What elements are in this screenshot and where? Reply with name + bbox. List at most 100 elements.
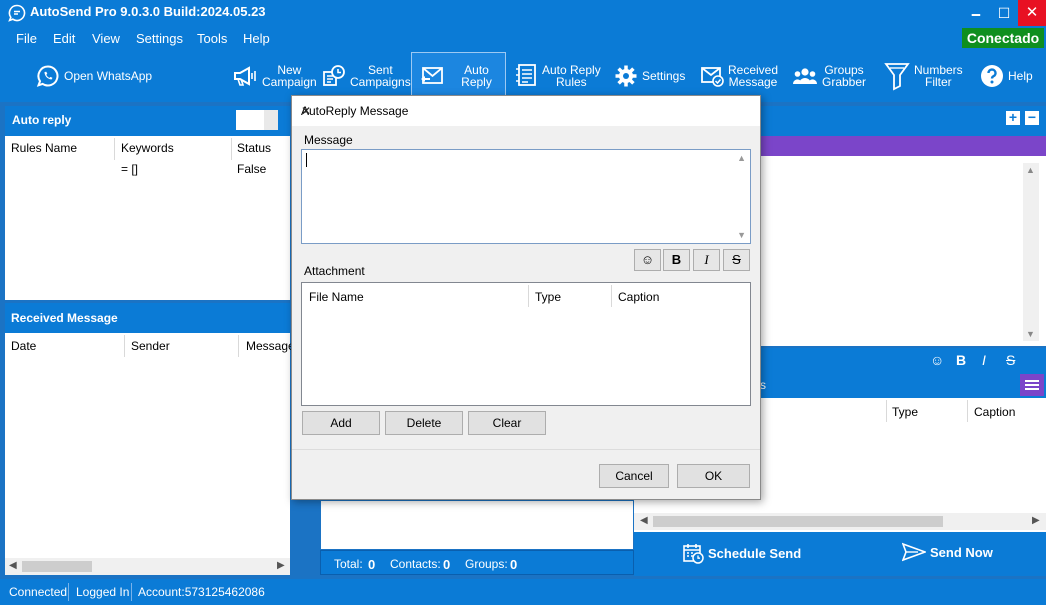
attachments-horizontal-scrollbar[interactable]: ◀ ▶	[634, 513, 1046, 530]
received-horizontal-scrollbar[interactable]: ◀ ▶	[5, 558, 290, 575]
received-message-button[interactable]: Received Message	[700, 52, 778, 100]
column-header-caption[interactable]: Caption	[618, 290, 659, 304]
dialog-footer-divider	[292, 449, 760, 450]
status-connected: Connected	[9, 585, 68, 599]
total-count: 0	[368, 557, 376, 572]
send-now-label: Send Now	[930, 544, 993, 560]
groups-grabber-button[interactable]: Groups Grabber	[792, 52, 866, 100]
column-header-date[interactable]: Date	[11, 339, 36, 353]
connection-status-badge: Conectado	[962, 28, 1044, 48]
sent-campaigns-button[interactable]: Sent Campaigns	[322, 52, 411, 100]
scroll-right-arrow-icon[interactable]: ▶	[1032, 515, 1040, 526]
auto-reply-toggle[interactable]	[236, 110, 278, 130]
minimize-button[interactable]: 🗕	[962, 0, 990, 26]
totals-bar: Total: 0 Contacts: 0 Groups: 0	[320, 550, 634, 575]
numbers-filter-label-2: Filter	[925, 75, 952, 89]
bold-button[interactable]: B	[663, 249, 690, 271]
campaign-attachment-header: s	[760, 372, 1046, 398]
auto-reply-rules-table: Rules Name Keywords Status = [] False	[5, 136, 290, 300]
emoji-button[interactable]: ☺	[634, 249, 661, 271]
strikethrough-icon[interactable]: S	[1006, 352, 1015, 368]
clear-attachments-button[interactable]: Clear	[468, 411, 546, 435]
emoji-icon[interactable]: ☺	[930, 352, 944, 368]
groups-count: 0	[510, 557, 518, 572]
schedule-send-button[interactable]: Schedule Send	[682, 542, 801, 564]
help-button[interactable]: Help	[980, 52, 1033, 100]
megaphone-icon	[234, 66, 256, 86]
message-textarea[interactable]: ▲ ▼	[301, 149, 751, 244]
auto-reply-panel-header: Auto reply	[5, 106, 290, 136]
filter-funnel-icon	[884, 63, 910, 91]
campaign-purple-bar	[760, 136, 1046, 156]
bold-icon[interactable]: B	[956, 352, 966, 368]
dialog-title-bar: AutoReply Message ✕	[292, 96, 760, 126]
menu-edit[interactable]: Edit	[53, 31, 75, 46]
campaign-panel-header	[760, 106, 1046, 136]
menu-tools[interactable]: Tools	[197, 31, 227, 46]
attachment-label: Attachment	[304, 264, 365, 278]
auto-reply-rules-button[interactable]: Auto Reply Rules	[514, 52, 601, 100]
autoreply-message-dialog: AutoReply Message ✕ Message ▲ ▼ ☺ B I S …	[291, 95, 761, 500]
add-icon[interactable]: +	[1006, 110, 1020, 125]
paper-plane-icon	[902, 542, 926, 562]
row-keywords: = []	[121, 162, 139, 176]
scroll-down-arrow-icon[interactable]: ▼	[737, 230, 746, 240]
column-header-type[interactable]: Type	[892, 405, 918, 419]
column-header-caption[interactable]: Caption	[974, 405, 1015, 419]
settings-button[interactable]: Settings	[614, 52, 685, 100]
groups-label: Groups:	[465, 557, 508, 571]
column-header-rules-name[interactable]: Rules Name	[11, 141, 77, 155]
schedule-send-label: Schedule Send	[708, 545, 802, 561]
scroll-up-arrow-icon[interactable]: ▲	[737, 153, 746, 163]
add-attachment-button[interactable]: Add	[302, 411, 380, 435]
column-header-keywords[interactable]: Keywords	[121, 141, 174, 155]
remove-icon[interactable]: −	[1025, 110, 1039, 125]
menu-file[interactable]: File	[16, 31, 37, 46]
italic-icon[interactable]: I	[982, 352, 986, 368]
dialog-close-icon[interactable]: ✕	[301, 104, 752, 118]
campaign-message-area[interactable]	[760, 156, 1046, 346]
close-button[interactable]: ✕	[1018, 0, 1046, 26]
contacts-label: Contacts:	[390, 557, 441, 571]
status-account: Account:573125462086	[138, 585, 265, 599]
scroll-right-arrow-icon[interactable]: ▶	[277, 560, 285, 571]
message-vertical-scrollbar[interactable]: ▲ ▼	[1023, 163, 1039, 341]
column-header-type[interactable]: Type	[535, 290, 561, 304]
cancel-button[interactable]: Cancel	[599, 464, 669, 488]
scroll-left-arrow-icon[interactable]: ◀	[640, 515, 648, 526]
whatsapp-logo-icon	[8, 4, 26, 22]
auto-reply-button[interactable]: Auto Reply	[411, 52, 506, 100]
menu-settings[interactable]: Settings	[136, 31, 183, 46]
scroll-thumb[interactable]	[653, 516, 943, 527]
column-header-message[interactable]: Message	[246, 339, 295, 353]
column-header-file-name[interactable]: File Name	[309, 290, 364, 304]
settings-label: Settings	[642, 69, 686, 83]
hamburger-menu-icon[interactable]	[1020, 374, 1044, 396]
send-now-button[interactable]: Send Now	[902, 542, 993, 562]
message-label: Message	[304, 133, 353, 147]
menu-view[interactable]: View	[92, 31, 120, 46]
scroll-left-arrow-icon[interactable]: ◀	[9, 560, 17, 571]
strikethrough-button[interactable]: S	[723, 249, 750, 271]
help-circle-icon	[981, 65, 1003, 87]
groups-icon	[792, 68, 818, 84]
numbers-filter-button[interactable]: Numbers Filter	[884, 52, 963, 100]
delete-attachment-button[interactable]: Delete	[385, 411, 463, 435]
column-header-sender[interactable]: Sender	[131, 339, 170, 353]
received-message-panel-header: Received Message	[5, 303, 290, 333]
menu-help[interactable]: Help	[243, 31, 270, 46]
open-whatsapp-button[interactable]: Open WhatsApp	[36, 52, 152, 100]
whatsapp-icon	[36, 65, 59, 87]
column-header-status[interactable]: Status	[237, 141, 271, 155]
groups-grabber-label-2: Grabber	[822, 75, 867, 89]
scroll-down-arrow-icon[interactable]: ▼	[1026, 329, 1035, 339]
scroll-thumb[interactable]	[22, 561, 92, 572]
italic-button[interactable]: I	[693, 249, 720, 271]
new-campaign-button[interactable]: New Campaign	[232, 52, 317, 100]
title-bar: AutoSend Pro 9.0.3.0 Build:2024.05.23 🗕 …	[0, 0, 1046, 26]
maximize-button[interactable]: ☐	[990, 0, 1018, 26]
scroll-up-arrow-icon[interactable]: ▲	[1026, 165, 1035, 175]
ok-button[interactable]: OK	[677, 464, 750, 488]
sent-campaigns-icon	[323, 65, 345, 86]
rules-document-icon	[516, 64, 536, 86]
